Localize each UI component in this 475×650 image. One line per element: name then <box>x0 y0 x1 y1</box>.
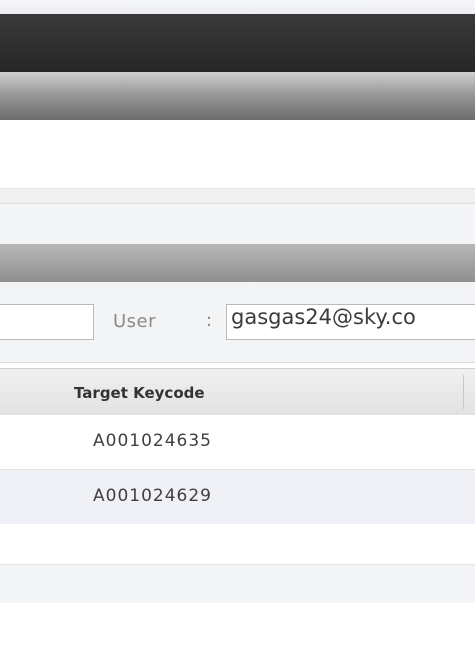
user-input[interactable]: gasgas24@sky.co <box>226 304 475 340</box>
toolbar-strip <box>0 189 475 204</box>
user-label-separator: : <box>206 310 213 331</box>
column-header-target-keycode[interactable]: Target Keycode <box>74 384 205 402</box>
table-row[interactable]: A001024629 <box>0 469 475 525</box>
filter-input[interactable] <box>0 304 94 340</box>
table-header: Target Keycode <box>0 368 475 416</box>
user-label: User <box>113 311 157 332</box>
header-gradient-band <box>0 72 475 120</box>
top-strip <box>0 0 475 14</box>
title-bar <box>0 14 475 72</box>
column-divider <box>463 375 464 409</box>
target-keycode-cell: A001024629 <box>93 486 212 506</box>
section-header-band <box>0 244 475 282</box>
empty-row <box>0 564 475 604</box>
filter-row: User : gasgas24@sky.co <box>0 282 475 363</box>
toolbar-area <box>0 204 475 244</box>
target-keycode-cell: A001024635 <box>93 431 212 451</box>
empty-row <box>0 603 475 650</box>
content-blank-area <box>0 120 475 189</box>
empty-row <box>0 524 475 564</box>
table-row[interactable]: A001024635 <box>0 415 475 469</box>
